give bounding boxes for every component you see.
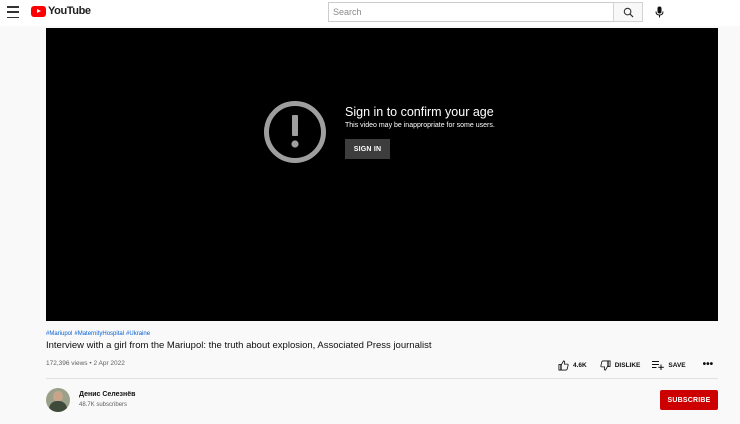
avatar-body xyxy=(49,401,67,412)
playlist-add-icon xyxy=(652,361,665,370)
dislike-label: DISLIKE xyxy=(614,361,641,369)
like-button[interactable]: 4.6K xyxy=(558,360,587,371)
channel-avatar[interactable] xyxy=(46,388,70,412)
age-gate-subtitle: This video may be inappropriate for some… xyxy=(345,122,495,129)
logo-text: YouTube xyxy=(48,5,91,17)
exclamation-circle-icon xyxy=(264,101,326,163)
youtube-logo[interactable]: YouTube xyxy=(31,5,91,17)
thumbs-down-icon xyxy=(600,360,611,370)
search-input[interactable] xyxy=(329,7,613,17)
search-box xyxy=(328,2,613,22)
top-bar: YouTube xyxy=(0,0,740,26)
search-button[interactable] xyxy=(613,2,643,22)
like-count: 4.6K xyxy=(573,361,587,369)
voice-search-button[interactable] xyxy=(652,5,666,19)
search-icon xyxy=(623,7,634,18)
save-button[interactable]: SAVE xyxy=(652,360,686,370)
save-label: SAVE xyxy=(668,361,686,369)
more-actions-icon[interactable]: ••• xyxy=(703,360,714,370)
channel-name[interactable]: Денис Селезнёв xyxy=(79,391,135,398)
video-actions: 4.6K DISLIKE SAVE ••• xyxy=(558,358,713,372)
hamburger-menu-icon[interactable] xyxy=(7,6,19,18)
thumbs-up-icon xyxy=(558,360,569,370)
youtube-play-icon xyxy=(31,5,46,17)
video-meta: 172,396 views • 2 Apr 2022 xyxy=(46,360,125,367)
video-title: Interview with a girl from the Mariupol:… xyxy=(46,340,432,351)
microphone-icon xyxy=(655,6,663,18)
dislike-button[interactable]: DISLIKE xyxy=(600,360,641,371)
hashtag-link[interactable]: #MaternityHospital xyxy=(74,331,124,337)
age-gate-title: Sign in to confirm your age xyxy=(345,105,494,119)
hashtag-link[interactable]: #Mariupol xyxy=(46,331,72,337)
sign-in-button[interactable]: SIGN IN xyxy=(345,139,390,159)
hashtag-link[interactable]: #Ukraine xyxy=(126,331,150,337)
subscriber-count: 48.7K subscribers xyxy=(79,402,128,408)
divider xyxy=(46,378,718,379)
video-player[interactable]: Sign in to confirm your age This video m… xyxy=(46,28,718,321)
hashtags: #Mariupol #MaternityHospital #Ukraine xyxy=(46,331,152,337)
subscribe-button[interactable]: SUBSCRIBE xyxy=(660,390,718,410)
